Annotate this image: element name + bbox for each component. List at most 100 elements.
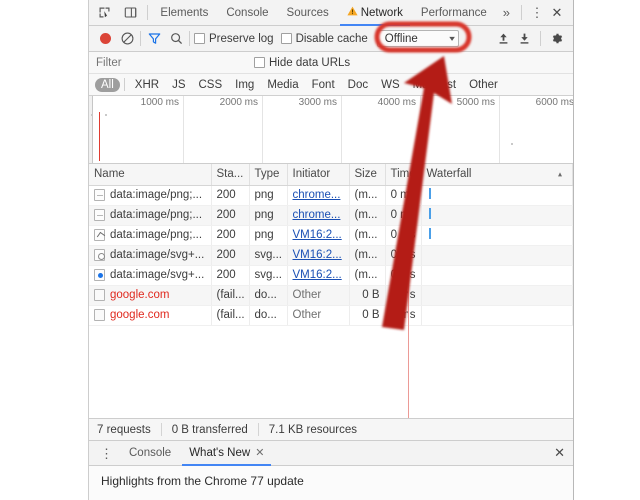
row-name-cell[interactable]: data:image/svg+... [89,245,212,266]
disable-cache-checkbox[interactable]: Disable cache [280,33,368,45]
gear-icon [552,33,563,43]
export-har-button[interactable] [515,30,533,48]
tab-sources[interactable]: Sources [278,0,338,26]
type-filter-other[interactable]: Other [463,78,504,92]
funnel-icon [148,33,160,44]
table-row[interactable]: google.com (fail... do... Other 0 B 9 ms [89,305,573,326]
column-header-waterfall[interactable]: Waterfall ▴ [421,164,573,186]
warning-triangle-icon [347,0,358,26]
tab-elements[interactable]: Elements [151,0,217,26]
filter-toggle-button[interactable] [145,30,163,48]
row-initiator-link[interactable]: VM16:2... [293,249,342,261]
close-devtools-icon[interactable]: ✕ [548,4,566,22]
row-name-cell[interactable]: data:image/png;... [89,225,212,246]
column-header-size[interactable]: Size [349,164,386,186]
table-row[interactable]: data:image/png;... 200 png chrome... (m.… [89,185,573,206]
preserve-log-checkbox[interactable]: Preserve log [194,33,274,45]
row-initiator-link[interactable]: chrome... [293,189,341,201]
hide-data-urls-checkbox[interactable]: Hide data URLs [254,57,350,69]
column-header-type[interactable]: Type [249,164,288,186]
toolbar-divider-3 [540,31,541,46]
close-whats-new-tab-icon[interactable]: ✕ [255,441,264,466]
type-filter-xhr[interactable]: XHR [129,78,165,92]
row-name-cell[interactable]: google.com [89,285,212,306]
file-circle-icon [94,249,105,261]
row-initiator-link[interactable]: VM16:2... [293,269,342,281]
type-filter-media[interactable]: Media [261,78,304,92]
overview-tick-5: 5000 ms [420,96,500,163]
row-size-cell: (m... [349,185,386,206]
column-header-initiator[interactable]: Initiator [287,164,350,186]
more-tabs-chevron-icon[interactable]: » [496,0,517,26]
row-name-text: data:image/svg+... [110,249,205,261]
network-filter-row: Hide data URLs [89,52,573,74]
table-row[interactable]: data:image/svg+... 200 svg... VM16:2... … [89,265,573,286]
table-header-row: Name Sta... Type Initiator Size Time Wat… [89,164,573,186]
overview-speck [511,143,513,145]
row-time-cell: 0 ms [385,205,422,226]
download-arrow-icon [520,33,528,44]
network-throttling-dropdown[interactable]: Offline ▾ [376,30,459,47]
overview-load-marker [99,112,100,161]
close-drawer-icon[interactable]: ✕ [554,445,565,460]
import-har-button[interactable] [494,30,512,48]
sort-ascending-icon: ▴ [557,169,562,179]
column-header-name[interactable]: Name [89,164,212,186]
overview-tick-4-label: 4000 ms [377,97,416,108]
row-name-text: data:image/png;... [110,189,203,201]
tab-performance[interactable]: Performance [412,0,496,26]
overview-tick-3-label: 3000 ms [298,97,337,108]
row-size-cell: 0 B [349,305,386,326]
tab-network-label: Network [360,6,403,19]
summary-resources: 7.1 KB resources [268,423,357,436]
row-initiator-cell[interactable]: chrome... [287,205,350,226]
drawer-tab-whats-new[interactable]: What's New ✕ [180,441,273,466]
tabstrip-right-divider [521,5,522,20]
file-plain-icon [94,309,105,321]
inspect-element-icon[interactable] [95,4,113,22]
device-toolbar-icon[interactable] [121,4,139,22]
drawer-tab-console[interactable]: Console [120,441,180,466]
clear-button[interactable] [118,30,136,48]
type-filter-font[interactable]: Font [306,78,341,92]
search-button[interactable] [167,30,185,48]
file-dash-icon [94,189,105,201]
row-initiator-link[interactable]: VM16:2... [293,229,342,241]
row-initiator-cell[interactable]: VM16:2... [287,265,350,286]
drawer-menu-icon[interactable]: ⋮ [93,447,120,460]
type-filter-img[interactable]: Img [229,78,260,92]
row-initiator-link[interactable]: chrome... [293,209,341,221]
network-settings-button[interactable] [548,30,566,48]
type-filter-divider [123,78,125,91]
type-filter-ws[interactable]: WS [375,78,406,92]
row-name-cell[interactable]: data:image/svg+... [89,265,212,286]
filter-input[interactable] [96,55,234,70]
table-row[interactable]: data:image/svg+... 200 svg... VM16:2... … [89,245,573,266]
tab-elements-label: Elements [160,6,209,19]
row-initiator-cell[interactable]: VM16:2... [287,245,350,266]
tab-network[interactable]: Network [338,0,412,26]
column-header-status[interactable]: Sta... [211,164,250,186]
record-button[interactable] [96,30,114,48]
network-overview-timeline[interactable]: 1000 ms 2000 ms 3000 ms 4000 ms 5000 ms … [89,96,573,164]
row-name-cell[interactable]: data:image/png;... [89,185,212,206]
row-initiator-cell[interactable]: VM16:2... [287,225,350,246]
row-name-cell[interactable]: google.com [89,305,212,326]
network-requests-table-container[interactable]: Name Sta... Type Initiator Size Time Wat… [89,164,573,419]
table-row[interactable]: data:image/png;... 200 png VM16:2... (m.… [89,225,573,246]
type-filter-js[interactable]: JS [166,78,191,92]
hide-data-urls-label: Hide data URLs [269,56,351,69]
row-name-cell[interactable]: data:image/png;... [89,205,212,226]
type-filter-manifest[interactable]: Manifest [407,78,462,92]
type-filter-doc[interactable]: Doc [342,78,374,92]
overview-tick-6-label: 6000 ms [535,97,573,108]
row-initiator-cell[interactable]: chrome... [287,185,350,206]
column-header-time[interactable]: Time [385,164,422,186]
table-row[interactable]: data:image/png;... 200 png chrome... (m.… [89,205,573,226]
table-row[interactable]: google.com (fail... do... Other 0 B 8 ms [89,285,573,306]
tab-console[interactable]: Console [217,0,277,26]
type-filter-css[interactable]: CSS [192,78,228,92]
devtools-main-menu-icon[interactable]: ⋮ [528,4,546,22]
type-filter-all[interactable]: All [95,77,120,92]
drawer-right-controls: ✕ [554,445,573,461]
